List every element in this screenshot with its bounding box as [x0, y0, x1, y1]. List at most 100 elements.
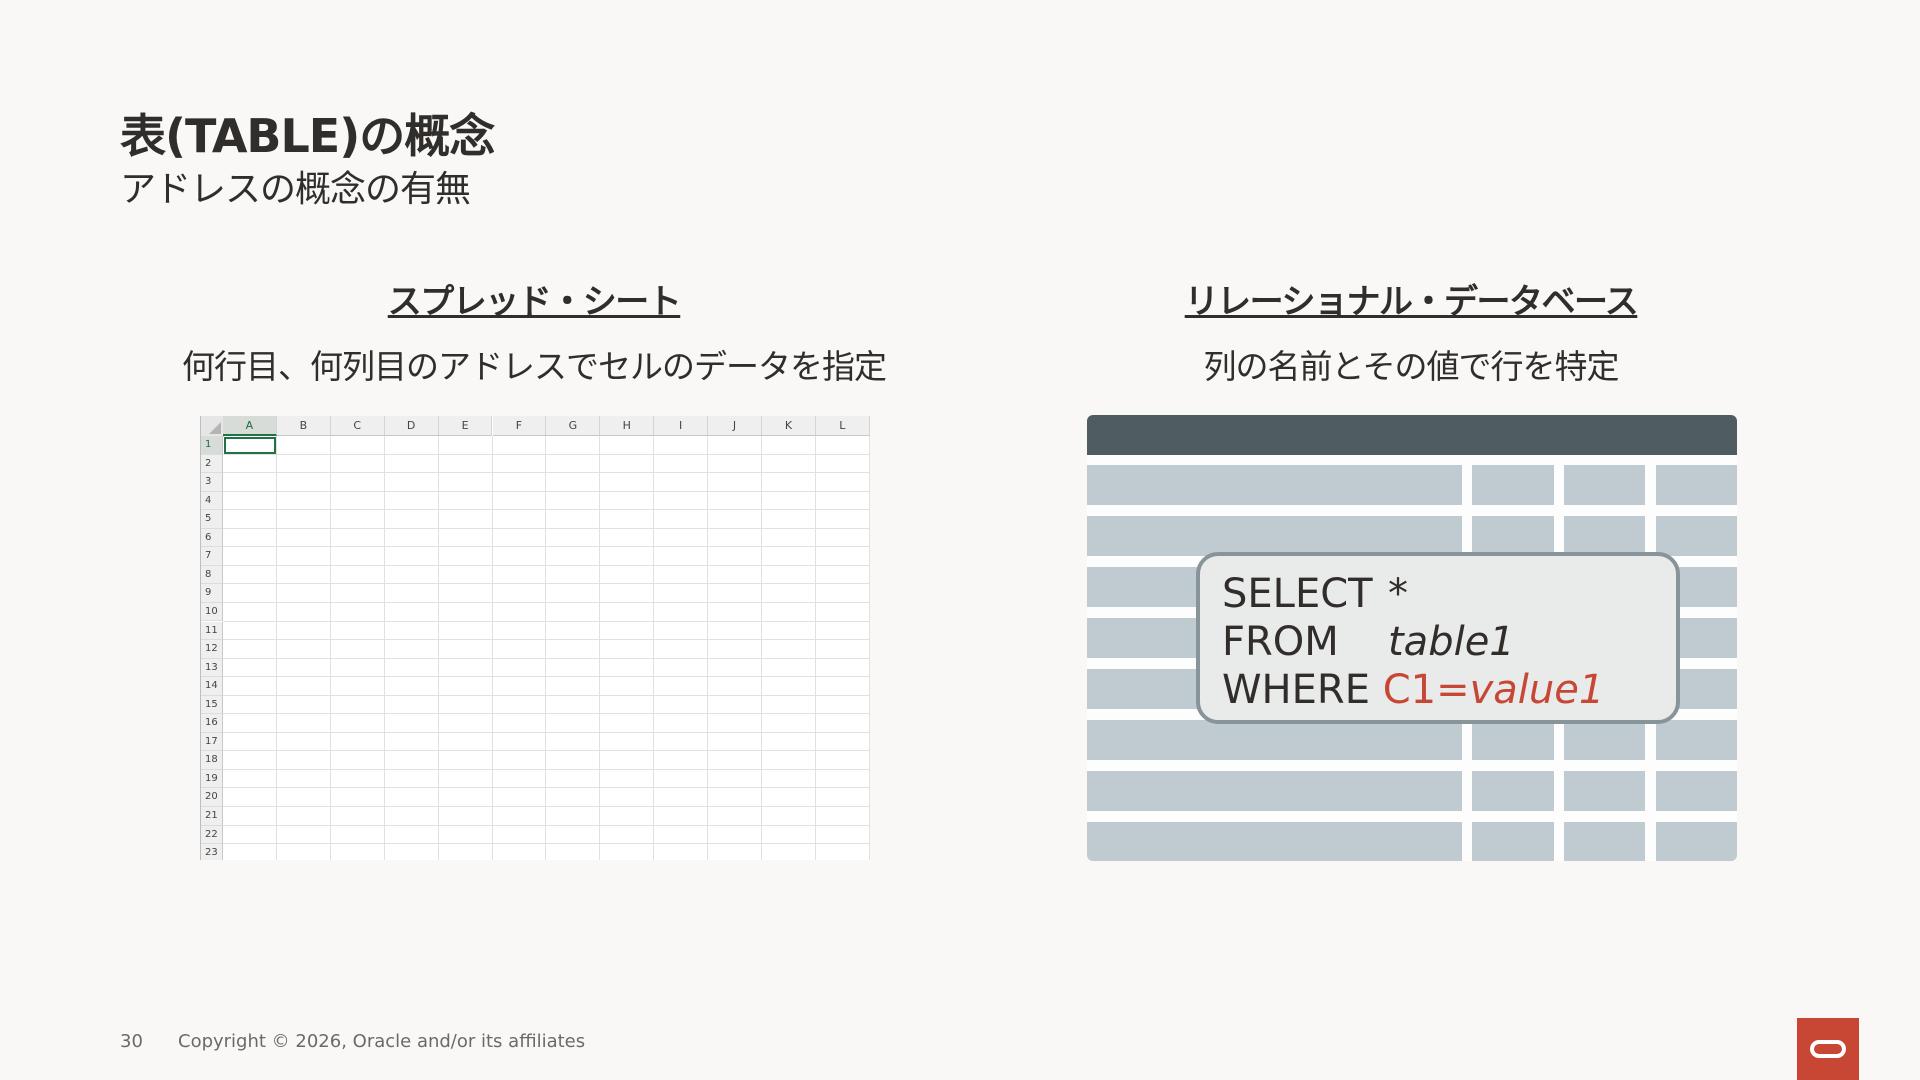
grid-line	[329, 436, 331, 860]
row-header-7[interactable]: 7	[201, 547, 223, 566]
database-cell	[1472, 771, 1554, 811]
grid-line	[223, 472, 870, 474]
grid-line	[223, 750, 870, 752]
sql-select-value: *	[1388, 571, 1408, 617]
row-header-13[interactable]: 13	[201, 658, 223, 678]
grid-line	[223, 583, 870, 585]
spreadsheet-description: 何行目、何列目のアドレスでセルのデータを指定	[182, 347, 887, 386]
column-header-j[interactable]: J	[708, 416, 762, 436]
row-header-4[interactable]: 4	[201, 491, 223, 511]
copyright-text: Copyright © 2026, Oracle and/or its affi…	[178, 1031, 586, 1052]
row-header-16[interactable]: 16	[201, 714, 223, 733]
row-header-15[interactable]: 15	[201, 695, 223, 715]
grid-line	[223, 601, 870, 603]
row-header-1[interactable]: 1	[201, 436, 223, 455]
column-header-i[interactable]: I	[654, 416, 709, 436]
row-header-3[interactable]: 3	[201, 473, 223, 492]
grid-line	[223, 453, 870, 455]
sql-from-value: table1	[1388, 619, 1515, 665]
database-cell	[1472, 465, 1554, 505]
database-cell	[1656, 465, 1737, 505]
grid-line	[868, 436, 870, 860]
column-header-a[interactable]: A	[223, 416, 277, 436]
column-header-k[interactable]: K	[762, 416, 816, 436]
grid-line	[545, 436, 547, 860]
row-header-5[interactable]: 5	[201, 510, 223, 529]
row-header-14[interactable]: 14	[201, 677, 223, 696]
grid-line	[223, 620, 870, 622]
active-cell[interactable]	[224, 437, 276, 454]
column-header-c[interactable]: C	[330, 416, 385, 436]
database-cell	[1087, 465, 1462, 505]
row-header-17[interactable]: 17	[201, 732, 223, 752]
column-header-e[interactable]: E	[438, 416, 493, 436]
column-header-g[interactable]: G	[546, 416, 601, 436]
slide-subtitle: アドレスの概念の有無	[120, 169, 471, 210]
column-header-h[interactable]: H	[600, 416, 655, 436]
row-header-6[interactable]: 6	[201, 528, 223, 548]
page-number: 30	[120, 1031, 143, 1052]
database-cell	[1472, 516, 1554, 556]
sql-select-line: SELECT *	[1222, 570, 1676, 618]
grid-line	[223, 731, 870, 733]
row-header-2[interactable]: 2	[201, 454, 223, 474]
row-header-9[interactable]: 9	[201, 584, 223, 603]
spreadsheet-grid: A B C D E F G H I J K L 1 2 3 4 5 6 7 8 9 10 11 12 13 14 15 16 17 18 1…	[200, 416, 870, 860]
row-header-19[interactable]: 19	[201, 769, 223, 789]
database-cell	[1656, 516, 1737, 556]
grid-line	[223, 527, 870, 529]
grid-line	[599, 436, 601, 860]
database-cell	[1087, 771, 1462, 811]
sql-where-value: value1	[1469, 667, 1605, 713]
database-table-header	[1087, 415, 1737, 455]
sql-where-line: WHERE C1=value1	[1222, 666, 1676, 714]
grid-line	[223, 639, 870, 641]
row-header-21[interactable]: 21	[201, 807, 223, 826]
oracle-logo	[1797, 1018, 1859, 1080]
row-header-18[interactable]: 18	[201, 751, 223, 770]
grid-line	[491, 436, 493, 860]
database-heading: リレーショナル・データベース	[1184, 282, 1639, 322]
grid-line	[223, 806, 870, 807]
grid-line	[223, 564, 870, 566]
row-header-23[interactable]: 23	[201, 844, 223, 860]
row-header-20[interactable]: 20	[201, 788, 223, 807]
sql-from-line: FROM table1	[1222, 618, 1676, 666]
row-header-11[interactable]: 11	[201, 621, 223, 641]
column-header-f[interactable]: F	[492, 416, 547, 436]
database-cell	[1656, 771, 1737, 811]
database-cell	[1087, 822, 1462, 861]
grid-line	[223, 843, 870, 845]
grid-line	[223, 490, 870, 492]
grid-line	[437, 436, 439, 860]
database-cell	[1656, 822, 1737, 861]
grid-line	[223, 787, 870, 789]
database-cell	[1087, 516, 1462, 556]
database-cell	[1656, 720, 1737, 760]
spreadsheet-heading: スプレッド・シート	[387, 282, 682, 322]
grid-line	[761, 436, 762, 860]
row-header-8[interactable]: 8	[201, 565, 223, 585]
grid-line	[383, 436, 385, 860]
select-all-corner	[201, 416, 224, 437]
sql-where-column: C1=	[1382, 667, 1470, 713]
grid-line	[223, 657, 870, 659]
sql-where-keyword: WHERE	[1222, 667, 1370, 713]
row-header-12[interactable]: 12	[201, 640, 223, 659]
database-cell	[1564, 516, 1645, 556]
database-cell	[1564, 720, 1645, 760]
database-cell	[1564, 771, 1645, 811]
column-header-d[interactable]: D	[384, 416, 439, 436]
sql-from-keyword: FROM	[1222, 619, 1339, 665]
row-header-22[interactable]: 22	[201, 825, 223, 845]
sql-query-box: SELECT * FROM table1 WHERE C1=value1	[1196, 552, 1680, 724]
row-header-10[interactable]: 10	[201, 602, 223, 622]
grid-line	[653, 436, 655, 860]
database-cell	[1564, 465, 1645, 505]
column-header-b[interactable]: B	[276, 416, 331, 436]
database-cell	[1087, 720, 1462, 760]
grid-line	[223, 768, 870, 770]
sql-select-keyword: SELECT	[1222, 571, 1373, 617]
column-header-l[interactable]: L	[815, 416, 870, 436]
database-cell	[1564, 822, 1645, 861]
